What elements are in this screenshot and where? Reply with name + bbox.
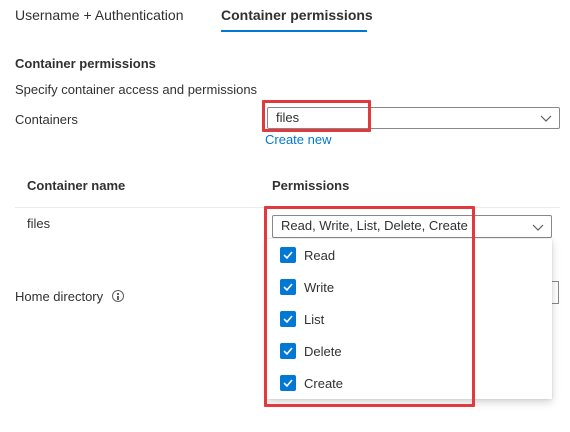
containers-highlight-box — [262, 100, 371, 132]
containers-label: Containers — [15, 112, 78, 127]
chevron-down-icon — [540, 115, 552, 122]
permissions-highlight-box — [264, 206, 475, 407]
section-title: Container permissions — [15, 56, 156, 71]
home-directory-label: Home directory — [15, 289, 104, 304]
info-icon[interactable] — [112, 290, 124, 302]
active-tab-indicator — [221, 30, 367, 32]
column-header-container-name: Container name — [27, 178, 126, 193]
home-directory-input[interactable] — [552, 281, 559, 304]
row-container-name: files — [27, 216, 51, 231]
create-new-link[interactable]: Create new — [265, 132, 331, 147]
tab-container-permissions[interactable]: Container permissions — [221, 7, 373, 23]
column-header-permissions: Permissions — [272, 178, 350, 193]
section-description: Specify container access and permissions — [15, 82, 258, 97]
chevron-down-icon — [532, 224, 544, 231]
tab-username-authentication[interactable]: Username + Authentication — [15, 7, 184, 23]
